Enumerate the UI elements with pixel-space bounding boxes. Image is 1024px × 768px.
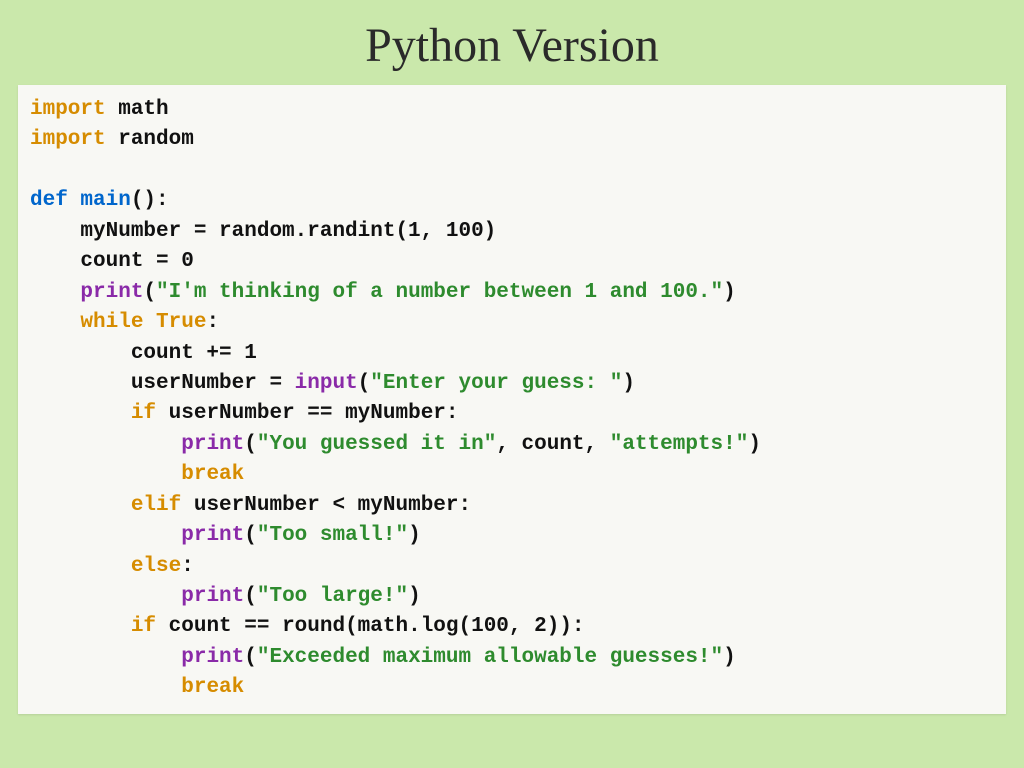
string-literal: "attempts!" [610,433,749,456]
code-text [30,646,181,669]
kw-break: break [181,676,244,699]
code-text: userNumber < myNumber: [181,494,471,517]
code-text: userNumber = [30,372,295,395]
string-literal: "Too large!" [257,585,408,608]
code-text [30,311,80,334]
string-literal: "Exceeded maximum allowable guesses!" [257,646,723,669]
code-text: ) [723,646,736,669]
code-text: ) [723,281,736,304]
kw-while: while [80,311,143,334]
kw-print: print [181,585,244,608]
code-text: ( [244,524,257,547]
code-text [30,402,131,425]
code-text [30,676,181,699]
code-text: ( [244,433,257,456]
kw-elif: elif [131,494,181,517]
kw-true: True [143,311,206,334]
code-text: ( [358,372,371,395]
code-text: count = 0 [30,250,194,273]
kw-print: print [181,524,244,547]
kw-if: if [131,615,156,638]
code-text: math [106,98,169,121]
code-text [30,433,181,456]
code-block: import math import random def main(): my… [18,85,1006,714]
kw-def: def [30,189,68,212]
kw-import: import [30,98,106,121]
code-text: ) [748,433,761,456]
code-text: count == round(math.log(100, 2)): [156,615,584,638]
code-text: (): [131,189,169,212]
code-text: ) [622,372,635,395]
kw-import: import [30,128,106,151]
code-text: random [106,128,194,151]
slide-title: Python Version [0,0,1024,85]
slide-container: Python Version import math import random… [0,0,1024,768]
kw-if: if [131,402,156,425]
code-text: : [181,555,194,578]
kw-print: print [80,281,143,304]
kw-input: input [295,372,358,395]
code-text [30,494,131,517]
code-text: count += 1 [30,342,257,365]
code-text: : [206,311,219,334]
code-text [30,281,80,304]
code-text: , count, [496,433,609,456]
string-literal: "Too small!" [257,524,408,547]
code-text: myNumber = random.randint(1, 100) [30,220,496,243]
kw-print: print [181,433,244,456]
code-text [30,585,181,608]
string-literal: "You guessed it in" [257,433,496,456]
code-text: userNumber == myNumber: [156,402,458,425]
code-text [30,463,181,486]
string-literal: "Enter your guess: " [370,372,622,395]
code-text [30,524,181,547]
code-text: ( [143,281,156,304]
kw-else: else [131,555,181,578]
string-literal: "I'm thinking of a number between 1 and … [156,281,723,304]
code-text: ) [408,585,421,608]
code-text [30,555,131,578]
kw-print: print [181,646,244,669]
code-text: ) [408,524,421,547]
kw-break: break [181,463,244,486]
code-text [30,615,131,638]
code-text: ( [244,646,257,669]
fn-name: main [68,189,131,212]
code-text: ( [244,585,257,608]
